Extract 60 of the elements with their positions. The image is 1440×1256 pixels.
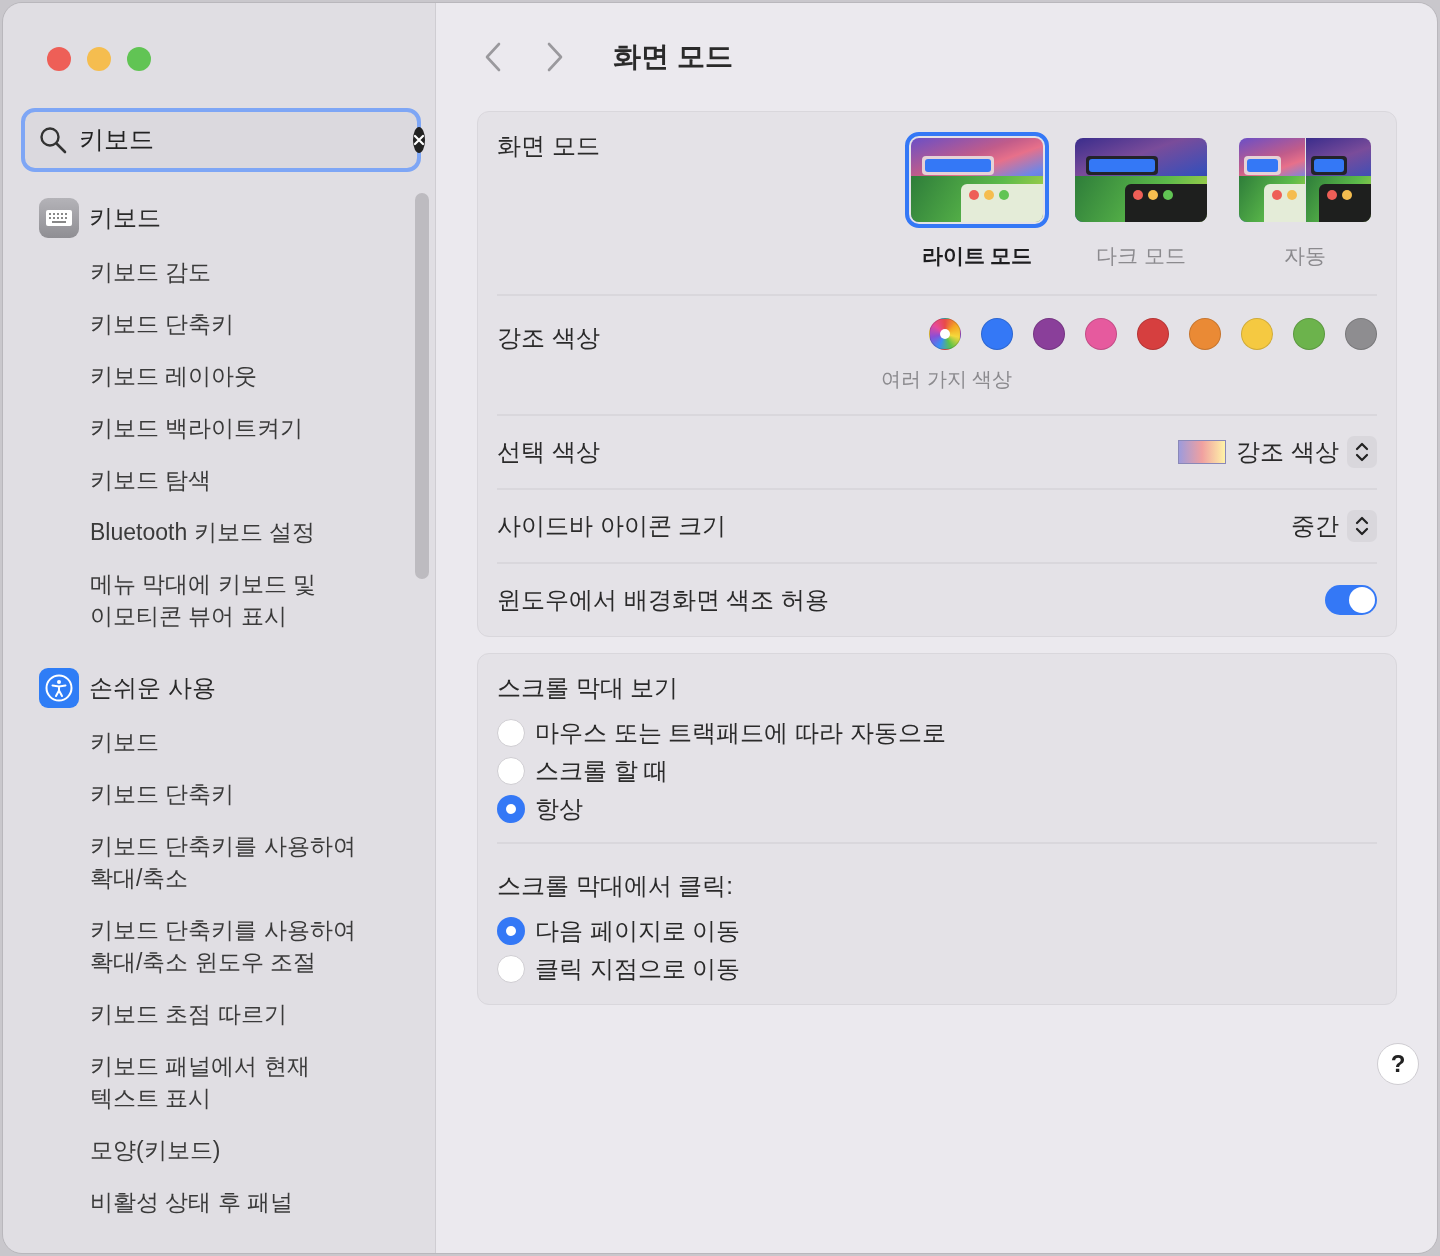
page-title: 화면 모드 [613, 40, 733, 74]
highlight-color-swatch [1178, 439, 1227, 464]
toggle-switch[interactable] [1325, 584, 1377, 615]
mode-label: 자동 [1284, 243, 1326, 269]
accent-color-swatch[interactable] [929, 317, 961, 350]
close-window-button[interactable] [47, 47, 71, 71]
sidebar-item[interactable]: 키보드 탐색 [3, 454, 383, 506]
accent-color-swatch[interactable] [1189, 317, 1221, 350]
sidebar-item[interactable]: 키보드 백라이트켜기 [3, 402, 383, 454]
accent-color-swatch[interactable] [1137, 317, 1169, 350]
popup-stepper[interactable] [1347, 509, 1377, 542]
radio-option[interactable]: 마우스 또는 트랙패드에 따라 자동으로 [497, 713, 946, 752]
accent-color-swatch[interactable] [1085, 317, 1117, 350]
setting-label: 강조 색상 [497, 322, 600, 353]
popup-value: 중간 [1291, 510, 1339, 541]
accent-color-swatch[interactable] [1241, 317, 1273, 350]
sidebar-item[interactable]: 키보드 단축키를 사용하여 확대/축소 윈도우 조절 [3, 904, 383, 988]
sidebar-item[interactable]: 키보드 감도 [3, 246, 383, 298]
section-heading: 스크롤 막대에서 클릭: [497, 870, 734, 901]
sidebar-item[interactable]: 키보드 레이아웃 [3, 350, 383, 402]
radio-option[interactable]: 다음 페이지로 이동 [497, 911, 741, 950]
accent-color-swatch[interactable] [1345, 317, 1377, 350]
radio-option[interactable]: 클릭 지점으로 이동 [497, 949, 741, 988]
setting-label: 화면 모드 [497, 131, 600, 161]
accessibility-icon [39, 668, 79, 708]
mode-label: 라이트 모드 [921, 243, 1033, 269]
accent-color-swatch[interactable] [981, 317, 1013, 350]
sidebar-item[interactable]: 메뉴 막대에 키보드 및 이모티콘 뷰어 표시 [3, 558, 383, 642]
setting-label: 선택 색상 [497, 436, 600, 467]
radio-option[interactable]: 스크롤 할 때 [497, 751, 669, 790]
accent-color-caption: 여러 가지 색상 [881, 366, 1013, 392]
search-icon [39, 126, 67, 154]
sidebar-item[interactable]: Bluetooth 키보드 설정 [3, 506, 383, 558]
clear-search-button[interactable] [413, 127, 425, 153]
scrollbar[interactable] [415, 193, 429, 579]
section-heading: 스크롤 막대 보기 [497, 672, 680, 703]
popup-stepper[interactable] [1347, 435, 1377, 468]
mode-label: 다크 모드 [1096, 243, 1186, 269]
search-input[interactable]: 키보드 [79, 121, 401, 159]
popup-value: 강조 색상 [1236, 436, 1339, 467]
sidebar-item[interactable]: 키보드 단축키 [3, 768, 383, 820]
light-mode-preview[interactable] [905, 132, 1049, 228]
help-button[interactable]: ? [1377, 1042, 1419, 1085]
radio-option[interactable]: 항상 [497, 789, 583, 828]
sidebar-item[interactable]: 키보드 초점 따르기 [3, 988, 383, 1040]
sidebar-item[interactable]: 비활성 상태 후 패널 [3, 1176, 383, 1228]
keyboard-icon [39, 198, 79, 238]
sidebar-item[interactable]: 키보드 단축키 [3, 298, 383, 350]
sidebar-item[interactable]: 키보드 패널에서 현재 텍스트 표시 [3, 1040, 383, 1124]
sidebar-item[interactable]: 키보드 [89, 200, 161, 236]
chevrons-icon [1355, 514, 1369, 537]
sidebar-item[interactable]: 손쉬운 사용 [89, 670, 216, 706]
sidebar-item[interactable]: 키보드 [3, 716, 383, 768]
chevrons-icon [1355, 440, 1369, 463]
accent-color-swatch[interactable] [1293, 317, 1325, 350]
sidebar-item[interactable]: 모양(키보드) [3, 1124, 383, 1176]
sidebar-item[interactable]: 키보드 단축키를 사용하여 확대/축소 [3, 820, 383, 904]
setting-label: 윈도우에서 배경화면 색조 허용 [497, 584, 829, 615]
accent-color-swatch[interactable] [1033, 317, 1065, 350]
setting-label: 사이드바 아이콘 크기 [497, 510, 727, 541]
